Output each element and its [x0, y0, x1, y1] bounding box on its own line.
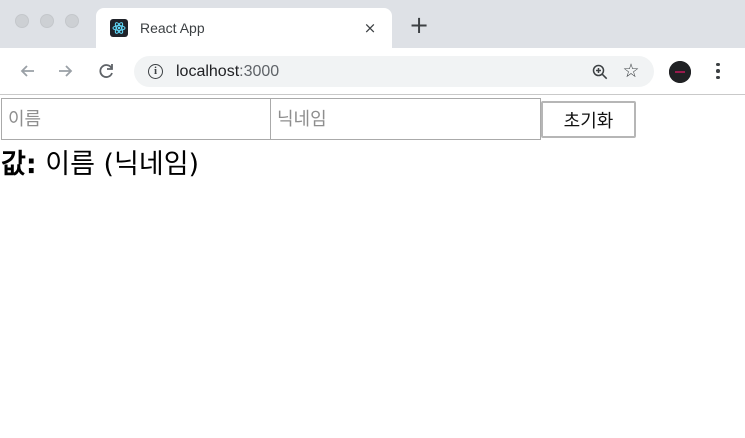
address-bar[interactable]: i localhost:3000 ☆ [134, 56, 654, 87]
page-content: 초기화 값: 이름 (닉네임) [0, 96, 745, 438]
minimize-window-button[interactable] [40, 14, 54, 28]
menu-icon[interactable] [710, 60, 726, 82]
react-favicon-icon [110, 19, 128, 37]
url-text: localhost:3000 [176, 62, 279, 81]
value-output: 값: 이름 (닉네임) [1, 148, 199, 182]
nickname-input[interactable] [270, 98, 541, 140]
new-tab-button[interactable]: + [407, 13, 431, 38]
close-window-button[interactable] [15, 14, 29, 28]
value-text: 이름 (닉네임) [45, 149, 200, 180]
extension-icon[interactable] [669, 61, 691, 83]
tab-strip: React App × + [0, 0, 745, 48]
zoom-icon[interactable] [590, 62, 610, 82]
reset-button[interactable]: 초기화 [541, 101, 636, 138]
value-label: 값: [1, 149, 37, 180]
star-icon[interactable]: ☆ [620, 60, 642, 82]
maximize-window-button[interactable] [65, 14, 79, 28]
url-host: localhost [176, 63, 240, 80]
name-input[interactable] [1, 98, 271, 140]
info-icon[interactable]: i [148, 64, 163, 79]
reload-icon[interactable] [95, 60, 117, 82]
browser-toolbar: i localhost:3000 ☆ [0, 48, 745, 95]
url-port: :3000 [239, 63, 280, 80]
browser-tab[interactable]: React App × [96, 8, 392, 48]
tab-title: React App [140, 20, 205, 36]
tab-close-icon[interactable]: × [360, 18, 380, 38]
back-arrow-icon[interactable] [17, 60, 39, 82]
forward-arrow-icon[interactable] [54, 60, 76, 82]
